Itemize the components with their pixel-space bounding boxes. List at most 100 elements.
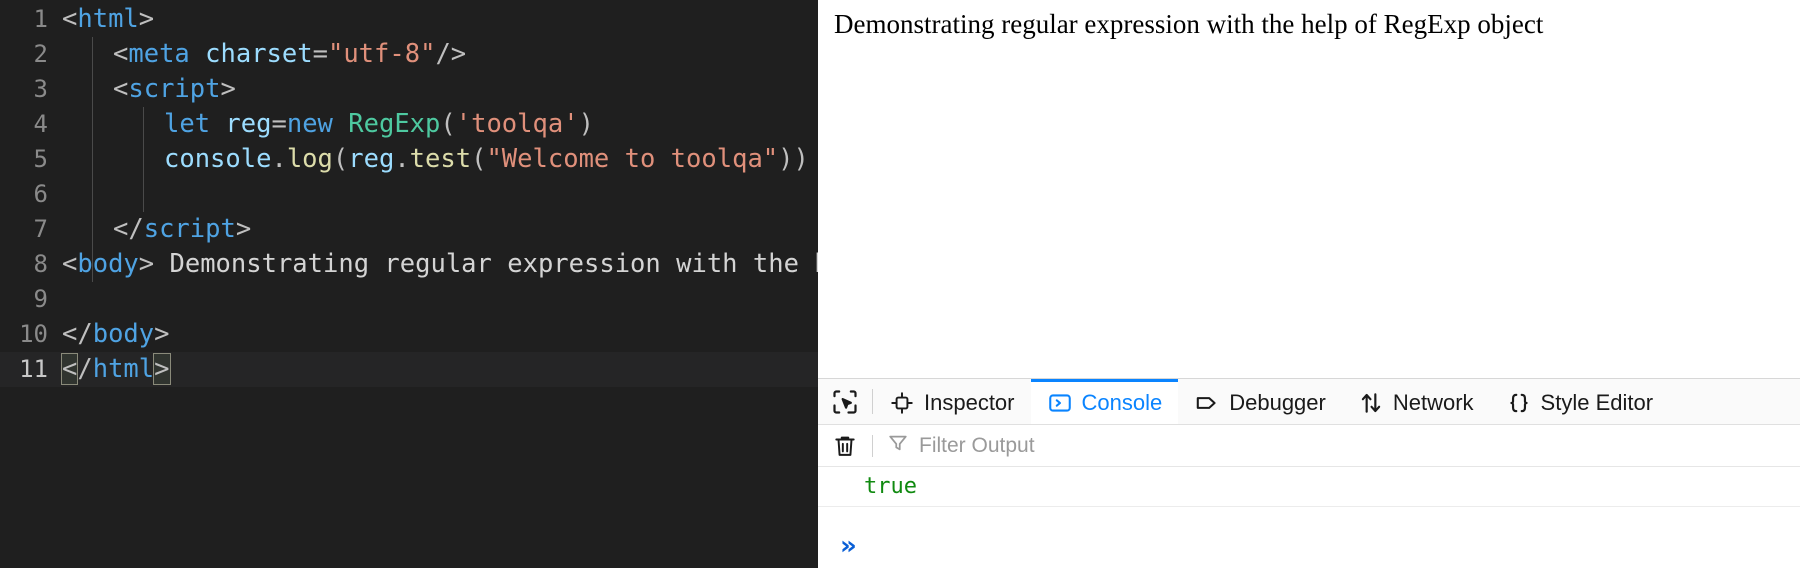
line-number: 10 — [19, 320, 48, 348]
code-line[interactable]: 4 let reg=new RegExp('toolqa') — [0, 107, 818, 142]
code-token: = — [312, 39, 328, 69]
code-line[interactable]: 6 — [0, 177, 818, 212]
code-token: console — [164, 144, 272, 174]
code-token: > — [154, 319, 170, 349]
console-filter[interactable] — [873, 432, 1800, 459]
code-token: 'toolqa' — [455, 109, 579, 139]
code-token: </ — [113, 214, 144, 244]
line-number: 8 — [33, 250, 48, 278]
code-token: < — [113, 74, 129, 104]
line-number: 11 — [19, 355, 48, 383]
rendered-page-text: Demonstrating regular expression with th… — [818, 0, 1800, 378]
code-token: < — [62, 4, 78, 34]
code-line[interactable]: 7 </script> — [0, 212, 818, 247]
code-token: body — [77, 249, 139, 279]
tab-inspector[interactable]: Inspector — [873, 379, 1031, 424]
code-token: < — [62, 249, 78, 279]
code-token: "Welcome to toolqa" — [486, 144, 779, 174]
tab-console[interactable]: Console — [1030, 379, 1179, 424]
devtools-tabs: Inspector Console Debugger Network Style Edi… — [873, 379, 1669, 424]
style-editor-icon — [1506, 390, 1532, 416]
console-filter-input[interactable] — [917, 432, 1739, 459]
trash-icon[interactable] — [818, 433, 872, 459]
code-text[interactable]: <meta charset="utf-8"/> — [62, 37, 818, 72]
code-token: > — [138, 4, 155, 34]
tab-label: Debugger — [1229, 390, 1326, 415]
code-text[interactable]: let reg=new RegExp('toolqa') — [62, 107, 818, 142]
console-prompt[interactable]: » — [818, 524, 1800, 568]
code-text[interactable] — [62, 282, 818, 317]
code-text[interactable]: </html> — [60, 352, 818, 387]
code-line[interactable]: 2 <meta charset="utf-8"/> — [0, 37, 818, 72]
tab-label: Console — [1081, 390, 1163, 415]
devtools-tabbar: Inspector Console Debugger Network Style Edi… — [818, 379, 1800, 425]
tab-label: Style Editor — [1540, 390, 1654, 415]
devtools-panel: Inspector Console Debugger Network Style Edi… — [818, 378, 1800, 568]
line-number: 5 — [33, 145, 48, 173]
browser-pane: Demonstrating regular expression with th… — [818, 0, 1800, 568]
code-line[interactable]: 10 </body> — [0, 317, 818, 352]
code-token: RegExp — [348, 109, 441, 139]
code-text[interactable]: </body> — [62, 317, 818, 352]
code-line[interactable]: 11 </html> — [0, 352, 818, 387]
code-token: </ — [62, 319, 93, 349]
debugger-icon — [1194, 390, 1220, 416]
code-token: = — [271, 109, 287, 139]
app-root: 1 <html> 2 <meta charset="utf-8"/> 3 <script>… — [0, 0, 1800, 568]
code-token: reg — [225, 109, 272, 139]
code-token: Demonstrating regular expression with th… — [154, 249, 818, 279]
code-token: / — [77, 354, 93, 384]
line-number: 3 — [33, 75, 48, 103]
code-token: > — [138, 249, 155, 279]
code-token: reg — [348, 144, 395, 174]
code-text[interactable] — [62, 177, 818, 212]
code-token: "utf-8" — [327, 39, 436, 69]
code-text[interactable]: <script> — [62, 72, 818, 107]
console-filter-bar — [818, 425, 1800, 467]
funnel-icon — [887, 432, 909, 459]
code-token: html — [77, 4, 139, 34]
prompt-chevron-icon: » — [840, 531, 857, 561]
code-token: ) — [578, 109, 594, 139]
code-line[interactable]: 8 <body> Demonstrating regular expression… — [0, 247, 818, 282]
line-number: 9 — [33, 285, 48, 313]
code-lines[interactable]: 1 <html> 2 <meta charset="utf-8"/> 3 <script>… — [0, 0, 818, 387]
code-token: let — [164, 109, 211, 139]
code-text[interactable]: <html> — [62, 2, 818, 37]
code-text[interactable]: </script> — [62, 212, 818, 247]
tab-style-editor[interactable]: Style Editor — [1490, 379, 1670, 424]
line-number: 6 — [33, 180, 48, 208]
line-number: 2 — [33, 40, 48, 68]
code-line[interactable]: 3 <script> — [0, 72, 818, 107]
code-token: new — [286, 109, 333, 139]
code-editor[interactable]: 1 <html> 2 <meta charset="utf-8"/> 3 <script>… — [0, 0, 818, 568]
code-text[interactable]: console.log(reg.test("Welcome to toolqa"… — [62, 142, 818, 177]
code-token: script — [128, 74, 221, 104]
code-token: )) — [778, 144, 809, 174]
code-token: charset — [205, 39, 313, 69]
line-number: 4 — [33, 110, 48, 138]
network-icon — [1358, 390, 1384, 416]
tab-network[interactable]: Network — [1342, 379, 1490, 424]
console-icon — [1047, 390, 1073, 416]
console-prompt-input[interactable] — [868, 532, 1800, 560]
code-token: > — [153, 353, 171, 385]
code-token: > — [220, 74, 236, 104]
code-token: test — [409, 144, 472, 174]
code-line[interactable]: 1 <html> — [0, 2, 818, 37]
code-token: < — [60, 353, 79, 385]
console-output[interactable]: true — [818, 467, 1800, 524]
code-text[interactable]: <body> Demonstrating regular expression … — [62, 247, 818, 282]
tab-label: Inspector — [924, 390, 1015, 415]
code-token: . — [271, 144, 287, 174]
element-picker-icon[interactable] — [818, 379, 872, 424]
line-number: 1 — [33, 5, 48, 33]
code-token: ( — [471, 144, 487, 174]
tab-debugger[interactable]: Debugger — [1178, 379, 1342, 424]
code-token: script — [143, 214, 236, 244]
code-line[interactable]: 5 console.log(reg.test("Welcome to toolqa… — [0, 142, 818, 177]
code-token: log — [286, 144, 333, 174]
code-line[interactable]: 9 — [0, 282, 818, 317]
